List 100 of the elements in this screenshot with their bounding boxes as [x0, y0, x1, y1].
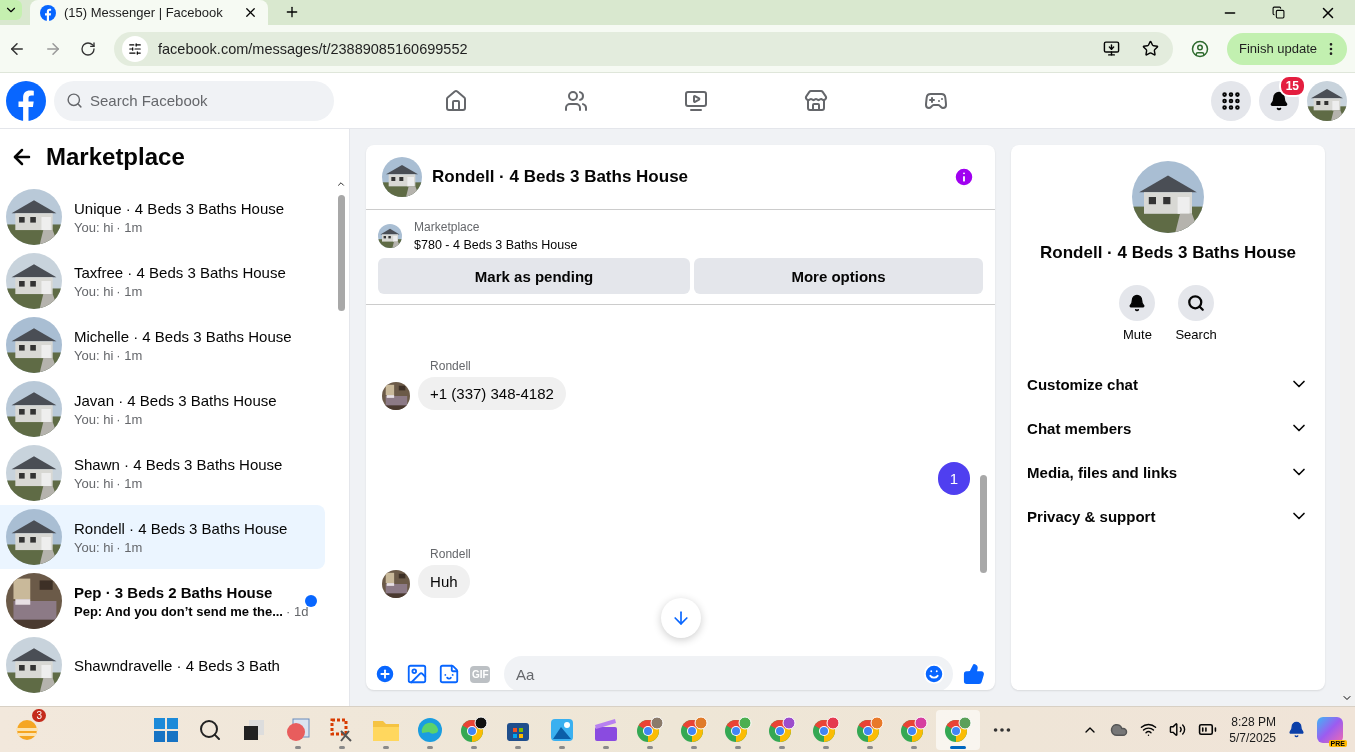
store-icon[interactable]	[804, 88, 828, 113]
install-icon[interactable]	[1102, 40, 1120, 57]
photos-icon[interactable]	[549, 716, 575, 743]
update-button[interactable]: Finish update	[1226, 32, 1347, 65]
message-time: · 1m	[116, 219, 143, 235]
sticker-icon[interactable]	[438, 663, 461, 685]
bookmark-icon[interactable]	[1141, 40, 1159, 57]
conversation-item[interactable]: Shawndravelle · 4 Beds 3 Bath	[0, 633, 326, 697]
emoji-icon[interactable]	[923, 663, 946, 685]
conversation-item[interactable]: Shawn · 4 Beds 3 Baths House You: hi · 1m	[0, 441, 326, 505]
message-preview: You: hi	[74, 219, 114, 235]
action-button[interactable]: Mark as pending	[378, 258, 691, 294]
message-time: · 1d	[286, 603, 309, 619]
scrollbar-thumb[interactable]	[980, 475, 988, 573]
search-icon[interactable]	[198, 717, 222, 742]
message-time: · 1m	[116, 475, 143, 491]
add-icon[interactable]	[374, 663, 397, 685]
chrome-icon[interactable]	[460, 715, 488, 744]
contact-name: Rondell · 4 Beds 3 Baths House	[1040, 243, 1297, 263]
address-bar[interactable]: facebook.com/messages/t/23889085160699552	[114, 31, 1173, 66]
menu-button[interactable]	[1211, 80, 1251, 121]
message-time: · 1m	[116, 539, 143, 555]
message-preview: You: hi	[74, 347, 114, 363]
action-button[interactable]: More options	[694, 258, 984, 294]
unread-dot	[305, 595, 318, 607]
people-icon[interactable]	[564, 88, 588, 113]
conversation-item[interactable]: Taxfree · 4 Beds 3 Baths House You: hi · 1m	[0, 249, 326, 313]
search-icon	[66, 91, 83, 109]
action-label: Search	[1175, 327, 1217, 342]
notification-badge: 15	[1278, 74, 1306, 97]
site-info-icon[interactable]	[128, 41, 142, 56]
notification-bell-icon[interactable]	[1288, 721, 1305, 738]
conversation-name: Unique · 4 Beds 3 Baths House	[74, 199, 286, 217]
profile-icon[interactable]	[1190, 39, 1209, 58]
conversation-item[interactable]: Unique · 4 Beds 3 Baths House You: hi · 1m	[0, 185, 326, 249]
facebook-logo[interactable]	[6, 80, 46, 121]
listing-label: Marketplace	[414, 220, 481, 234]
conversation-name: Shawn · 4 Beds 3 Baths House	[74, 455, 284, 473]
section-title: Customize chat	[1027, 375, 1138, 393]
restore-icon[interactable]	[1272, 6, 1285, 19]
chart-app-icon[interactable]	[285, 716, 311, 743]
reload-icon[interactable]	[80, 40, 96, 57]
message-time: · 1m	[116, 283, 143, 299]
section-row[interactable]: Privacy & support	[1019, 494, 1318, 538]
sender-name: Rondell	[430, 547, 472, 561]
message-time: · 1m	[116, 347, 143, 363]
wifi-icon[interactable]	[1140, 721, 1158, 738]
message-bubble: Huh	[418, 565, 470, 598]
weather-badge: 3	[32, 708, 46, 722]
scroll-down-button[interactable]	[660, 598, 701, 638]
section-row[interactable]: Chat members	[1019, 406, 1318, 450]
listing-title[interactable]: $780 - 4 Beds 3 Baths House	[414, 238, 578, 252]
browser-tab[interactable]: (15) Messenger | Facebook	[30, 0, 268, 25]
section-title: Chat members	[1027, 419, 1132, 437]
message-bubble: 1	[937, 462, 971, 495]
clock[interactable]: 8:28 PM 5/7/2025	[1229, 713, 1276, 746]
home-icon[interactable]	[444, 88, 468, 113]
conversation-item[interactable]: Michelle · 4 Beds 3 Baths House You: hi · 1m	[0, 313, 326, 377]
section-row[interactable]: Customize chat	[1019, 362, 1318, 406]
message-preview: You: hi	[74, 411, 114, 427]
scroll-up-icon[interactable]	[336, 179, 347, 189]
sidebar-title: Marketplace	[46, 143, 185, 171]
windows-icon[interactable]	[154, 717, 178, 742]
video-editor-icon[interactable]	[592, 716, 620, 743]
weather-icon[interactable]	[14, 718, 40, 741]
like-icon[interactable]	[963, 663, 986, 685]
conversation-name: Taxfree · 4 Beds 3 Baths House	[74, 263, 287, 281]
facebook-logo[interactable]	[40, 4, 56, 21]
new-tab-icon[interactable]	[284, 4, 300, 20]
video-icon[interactable]	[684, 88, 708, 113]
section-title: Media, files and links	[1027, 463, 1178, 481]
conversation-item[interactable]: Pep · 3 Beds 2 Baths House Pep: And you don’t send me the... · 1d	[0, 569, 326, 633]
message-preview: You: hi	[74, 475, 114, 491]
conversation-name: Javan · 4 Beds 3 Baths House	[74, 391, 278, 409]
message-field[interactable]: Aa	[504, 656, 954, 690]
conversation-name: Rondell · 4 Beds 3 Baths House	[74, 519, 289, 537]
message-preview: You: hi	[74, 539, 114, 555]
scrollbar-thumb[interactable]	[338, 195, 346, 311]
search-field[interactable]: Search Facebook	[54, 80, 334, 121]
chat-title: Rondell · 4 Beds 3 Baths House	[432, 167, 690, 187]
section-title: Privacy & support	[1027, 507, 1156, 525]
close-icon[interactable]	[243, 5, 258, 20]
conversation-item[interactable]: Javan · 4 Beds 3 Baths House You: hi · 1m	[0, 377, 326, 441]
account-avatar[interactable]	[1307, 80, 1347, 121]
volume-icon[interactable]	[1169, 721, 1187, 738]
search-icon	[1187, 294, 1206, 312]
message-preview: You: hi	[74, 283, 114, 299]
message-time: · 1m	[116, 411, 143, 427]
conversation-item[interactable]: Rondell · 4 Beds 3 Baths House You: hi · 1m	[0, 505, 326, 569]
grid-icon	[1220, 89, 1242, 112]
photo-icon[interactable]	[406, 663, 429, 685]
info-icon[interactable]	[953, 166, 976, 188]
message-bubble: +1 (337) 348-4182	[418, 377, 566, 410]
task-view-icon[interactable]	[242, 717, 266, 742]
mute-button[interactable]	[1119, 285, 1156, 321]
bell-icon	[1128, 294, 1147, 312]
action-label: Mute	[1123, 327, 1152, 342]
sender-name: Rondell	[430, 359, 472, 373]
section-row[interactable]: Media, files and links	[1019, 450, 1318, 494]
search-button[interactable]	[1178, 285, 1215, 321]
